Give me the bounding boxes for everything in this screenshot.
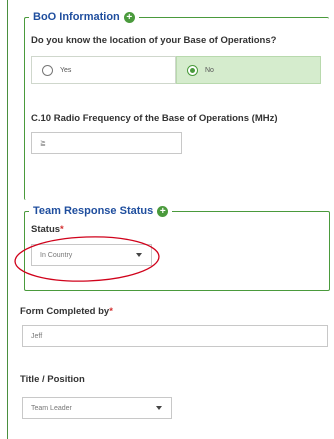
status-select-value: In Country: [40, 251, 73, 259]
required-marker: *: [60, 224, 64, 235]
radio-option-label: No: [205, 66, 214, 74]
boo-location-radio-group: Yes No: [31, 56, 321, 84]
radio-option-yes[interactable]: Yes: [31, 56, 176, 84]
boo-section-legend: BoO Information +: [29, 10, 139, 24]
required-marker: *: [109, 306, 113, 317]
left-border-line: [7, 0, 8, 439]
completed-by-label-text: Form Completed by: [20, 306, 110, 317]
title-position-label: Title / Position: [20, 374, 85, 385]
radio-option-no[interactable]: No: [176, 56, 321, 84]
radio-frequency-value: ≧: [40, 140, 46, 147]
expand-plus-icon[interactable]: +: [157, 205, 169, 217]
title-position-value: Team Leader: [31, 404, 72, 412]
radio-frequency-label: C.10 Radio Frequency of the Base of Oper…: [31, 113, 278, 124]
radio-circle-icon[interactable]: [42, 64, 53, 76]
expand-plus-icon[interactable]: +: [123, 11, 135, 23]
boo-legend-text: BoO Information: [33, 11, 120, 23]
status-label: Status*: [31, 224, 64, 235]
form-completed-by-input[interactable]: Jeff: [22, 325, 328, 347]
team-legend-text: Team Response Status: [33, 205, 154, 217]
status-select[interactable]: In Country: [31, 244, 152, 266]
title-position-select[interactable]: Team Leader: [22, 397, 172, 419]
form-completed-by-label: Form Completed by*: [20, 306, 113, 317]
chevron-down-icon: [156, 406, 162, 410]
radio-frequency-input[interactable]: ≧: [31, 132, 182, 154]
radio-option-label: Yes: [60, 66, 72, 74]
radio-dot-icon: [190, 67, 195, 73]
status-label-text: Status: [31, 224, 61, 235]
radio-selected-icon[interactable]: [187, 64, 198, 76]
team-section-legend: Team Response Status +: [29, 204, 173, 218]
completed-by-value: Jeff: [31, 332, 43, 340]
boo-location-question: Do you know the location of your Base of…: [31, 35, 277, 46]
chevron-down-icon: [136, 253, 142, 257]
